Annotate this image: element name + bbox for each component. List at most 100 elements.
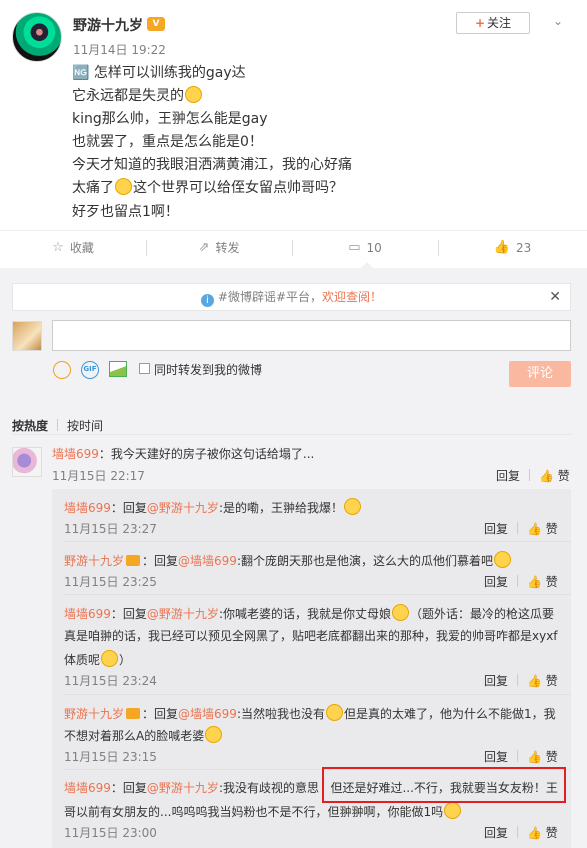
- weibo-post: 野游十九岁 V 11月14日 19:22 + 关注 ⌄ 🆖 怎样可以训练我的gay…: [0, 0, 587, 230]
- smile-emoji-icon: [444, 802, 462, 819]
- like-label[interactable]: 赞: [546, 826, 558, 840]
- post-line: 好歹也留点1啊！: [72, 203, 179, 220]
- follow-button[interactable]: + 关注: [456, 12, 530, 34]
- follow-label: 关注: [487, 16, 512, 30]
- like-label[interactable]: 赞: [558, 469, 570, 483]
- reply-user[interactable]: 野游十九岁: [64, 707, 124, 721]
- mention-link[interactable]: @墙墙699: [178, 554, 237, 568]
- panel-pointer: [360, 262, 374, 269]
- reply-text-line: 不想对着那么A的脸喊老婆: [64, 726, 223, 744]
- mention-link[interactable]: @墙墙699: [178, 707, 237, 721]
- comment-actions: 回复 👍 赞: [496, 467, 570, 484]
- vip-badge-icon: [126, 708, 141, 719]
- reply-text: 野游十九岁 ：回复@墙墙699:翻个庞朗天那也是他演，这么大的瓜他们慕着吧: [64, 551, 512, 569]
- thumbs-up-icon[interactable]: 👍: [527, 750, 542, 764]
- reply-button[interactable]: 回复: [496, 469, 520, 483]
- comment-input[interactable]: [52, 320, 571, 351]
- image-icon[interactable]: [109, 361, 127, 377]
- star-icon: ☆: [52, 240, 64, 255]
- repost-button[interactable]: ⇗ 转发: [146, 231, 292, 264]
- divider: [64, 694, 571, 695]
- mention-link[interactable]: @野游十九岁: [147, 607, 219, 621]
- reply-button[interactable]: 回复: [484, 750, 508, 764]
- rumor-notice: i #微博辟谣#平台，欢迎查阅！ ✕: [12, 283, 571, 311]
- chevron-down-icon[interactable]: ⌄: [553, 14, 563, 28]
- like-label[interactable]: 赞: [546, 674, 558, 688]
- post-line: 今天才知道的我眼泪洒满黄浦江，我的心好痛: [72, 157, 352, 174]
- repost-checkbox-label[interactable]: 同时转发到我的微博: [154, 361, 262, 378]
- comment-time: 11月15日 22:17: [52, 469, 145, 483]
- thumbs-up-icon[interactable]: 👍: [527, 522, 542, 536]
- thumbs-up-icon[interactable]: 👍: [527, 575, 542, 589]
- like-label[interactable]: 赞: [546, 750, 558, 764]
- sort-time-tab[interactable]: 按时间: [67, 419, 103, 433]
- favorite-button[interactable]: ☆ 收藏: [0, 231, 146, 264]
- vip-badge-icon: [126, 555, 141, 566]
- post-time[interactable]: 11月14日 19:22: [73, 41, 166, 58]
- reply-time: 11月15日 23:27: [64, 522, 157, 536]
- like-label[interactable]: 赞: [546, 522, 558, 536]
- comment-button[interactable]: ▭ 10: [292, 231, 438, 264]
- gif-icon[interactable]: GIF: [81, 361, 99, 379]
- sad-emoji-icon: [115, 178, 132, 196]
- cat-emoji-icon: [391, 604, 409, 621]
- reply-time: 11月15日 23:25: [64, 575, 157, 589]
- post-line: 🆖 怎样可以训练我的gay达: [72, 65, 246, 81]
- thumbs-up-icon[interactable]: 👍: [539, 469, 554, 483]
- reply-actions: 回复 👍 赞: [484, 573, 558, 590]
- commenter-avatar[interactable]: [12, 447, 42, 477]
- sort-hot-tab[interactable]: 按热度: [12, 419, 48, 433]
- reply-button[interactable]: 回复: [484, 674, 508, 688]
- post-line: 太痛了 这个世界可以给侄女留点帅哥吗？: [72, 178, 343, 197]
- my-avatar: [12, 321, 42, 351]
- thumbs-up-icon[interactable]: 👍: [527, 826, 542, 840]
- reply-button[interactable]: 回复: [484, 826, 508, 840]
- reply-text: 野游十九岁 ：回复@墙墙699:当然啦我也没有 但是真的太难了，他为什么不能做1，我: [64, 704, 556, 722]
- reply-time: 11月15日 23:00: [64, 826, 157, 840]
- reply-text: 墙墙699：回复@野游十九岁:你喊老婆的话，我就是你丈母娘 （题外话：最冷的枪这瓜…: [64, 604, 554, 622]
- mention-link[interactable]: @野游十九岁: [147, 781, 219, 795]
- like-label[interactable]: 赞: [546, 575, 558, 589]
- comment-user[interactable]: 墙墙699: [52, 447, 99, 461]
- close-icon[interactable]: ✕: [549, 284, 561, 310]
- thumbs-up-icon: 👍: [493, 240, 510, 255]
- divider: [12, 434, 571, 435]
- reply-user[interactable]: 野游十九岁: [64, 554, 124, 568]
- post-action-bar: ☆ 收藏 ⇗ 转发 ▭ 10 👍 23: [0, 230, 587, 263]
- reply-user[interactable]: 墙墙699: [64, 607, 111, 621]
- thumbs-emoji-icon: [493, 551, 511, 568]
- reply-text-line: 体质呢）: [64, 650, 131, 668]
- emoji-icon[interactable]: [53, 361, 71, 379]
- reply-text-line: 真是咱翀的话，我已经可以预见全网黑了，贴吧老底都翻出来的那种，我爱的帅哥咋都是x…: [64, 629, 558, 643]
- reply-time: 11月15日 23:24: [64, 674, 157, 688]
- vip-badge-icon: V: [147, 17, 165, 31]
- highlight-box: [322, 767, 566, 803]
- reply-button[interactable]: 回复: [484, 575, 508, 589]
- shocked-emoji-icon: [343, 498, 361, 515]
- reply-text: 墙墙699：回复@野游十九岁:是的嘞，王翀给我爆！: [64, 498, 362, 516]
- notice-link[interactable]: 欢迎查阅！: [322, 290, 382, 304]
- post-line: 也就罢了，重点是怎么能是0！: [72, 134, 263, 151]
- reply-user[interactable]: 墙墙699: [64, 781, 111, 795]
- smirk-emoji-icon: [185, 86, 202, 104]
- repost-checkbox[interactable]: [139, 363, 150, 374]
- divider: [64, 541, 571, 542]
- author-avatar[interactable]: [12, 12, 62, 62]
- comment-text: 墙墙699：我今天建好的房子被你这句话给塌了...: [52, 447, 315, 461]
- post-line: king那么帅，王翀怎么能是gay: [72, 111, 268, 128]
- mention-link[interactable]: @野游十九岁: [147, 501, 219, 515]
- like-button[interactable]: 👍 23: [438, 231, 587, 264]
- reply-actions: 回复 👍 赞: [484, 824, 558, 841]
- post-content: 🆖 怎样可以训练我的gay达 它永远都是失灵的 king那么帅，王翀怎么能是ga…: [72, 62, 352, 224]
- comment-icon: ▭: [348, 240, 361, 255]
- submit-comment-button[interactable]: 评论: [509, 361, 571, 387]
- reply-button[interactable]: 回复: [484, 522, 508, 536]
- reply-user[interactable]: 墙墙699: [64, 501, 111, 515]
- repost-icon: ⇗: [198, 240, 210, 255]
- reply-actions: 回复 👍 赞: [484, 672, 558, 689]
- info-icon: i: [200, 294, 214, 307]
- divider: [64, 594, 571, 595]
- author-name[interactable]: 野游十九岁: [73, 15, 143, 35]
- thumbs-up-icon[interactable]: 👍: [527, 674, 542, 688]
- sad-emoji-icon: [325, 704, 343, 721]
